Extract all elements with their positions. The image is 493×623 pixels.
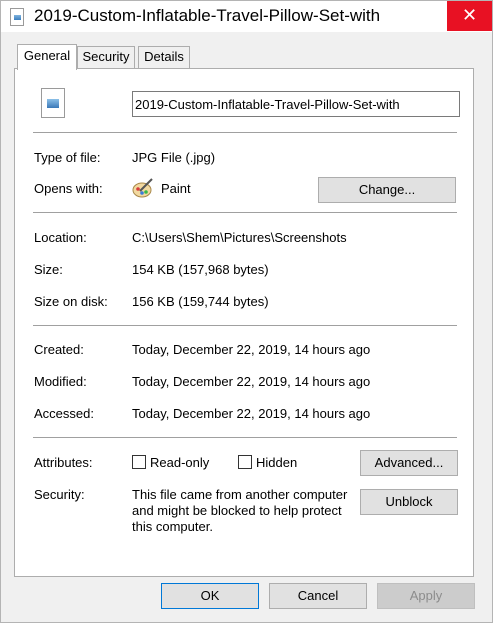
hidden-checkbox[interactable] xyxy=(238,455,252,469)
tab-details-label: Details xyxy=(144,49,184,64)
close-icon: ✕ xyxy=(461,5,478,25)
advanced-button[interactable]: Advanced... xyxy=(360,450,458,476)
type-value: JPG File (.jpg) xyxy=(132,150,216,165)
type-label: Type of file: xyxy=(34,150,101,165)
image-file-icon xyxy=(10,8,24,26)
divider xyxy=(33,212,457,213)
modified-label: Modified: xyxy=(34,374,87,389)
tab-security-label: Security xyxy=(82,49,130,64)
accessed-value: Today, December 22, 2019, 14 hours ago xyxy=(132,406,371,421)
readonly-label: Read-only xyxy=(150,455,210,470)
size-label: Size: xyxy=(34,262,63,277)
modified-value: Today, December 22, 2019, 14 hours ago xyxy=(132,374,371,389)
created-value: Today, December 22, 2019, 14 hours ago xyxy=(132,342,371,357)
file-name-input[interactable] xyxy=(132,91,460,117)
divider xyxy=(33,325,457,326)
security-message: This file came from another computer and… xyxy=(132,487,348,534)
created-label: Created: xyxy=(34,342,84,357)
tab-general[interactable]: General xyxy=(17,44,77,70)
size-value: 154 KB (157,968 bytes) xyxy=(132,262,269,277)
accessed-label: Accessed: xyxy=(34,406,94,421)
hidden-label: Hidden xyxy=(256,455,298,470)
tab-general-label: General xyxy=(23,48,71,63)
cancel-button[interactable]: Cancel xyxy=(269,583,367,609)
size-on-disk-label: Size on disk: xyxy=(34,294,108,309)
opens-with-value: Paint xyxy=(161,181,191,196)
location-value: C:\Users\Shem\Pictures\Screenshots xyxy=(132,230,347,245)
window-title: 2019-Custom-Inflatable-Travel-Pillow-Set… xyxy=(34,6,381,25)
size-on-disk-value: 156 KB (159,744 bytes) xyxy=(132,294,269,309)
divider xyxy=(33,132,457,133)
divider xyxy=(33,437,457,438)
tab-security[interactable]: Security xyxy=(77,46,135,68)
title-bar[interactable]: 2019-Custom-Inflatable-Travel-Pillow-Set… xyxy=(1,1,492,32)
general-panel: Type of file: JPG File (.jpg) Opens with… xyxy=(14,68,474,577)
readonly-checkbox[interactable] xyxy=(132,455,146,469)
tab-details[interactable]: Details xyxy=(138,46,190,68)
unblock-button[interactable]: Unblock xyxy=(360,489,458,515)
properties-dialog: 2019-Custom-Inflatable-Travel-Pillow-Set… xyxy=(0,0,493,623)
apply-button[interactable]: Apply xyxy=(377,583,475,609)
location-label: Location: xyxy=(34,230,87,245)
jpg-file-icon xyxy=(41,88,65,118)
security-label: Security: xyxy=(34,487,85,502)
close-button[interactable]: ✕ xyxy=(447,1,492,31)
attributes-label: Attributes: xyxy=(34,455,93,470)
ok-button[interactable]: OK xyxy=(161,583,259,609)
opens-with-label: Opens with: xyxy=(34,181,103,196)
change-button[interactable]: Change... xyxy=(318,177,456,203)
paint-icon xyxy=(132,178,153,198)
